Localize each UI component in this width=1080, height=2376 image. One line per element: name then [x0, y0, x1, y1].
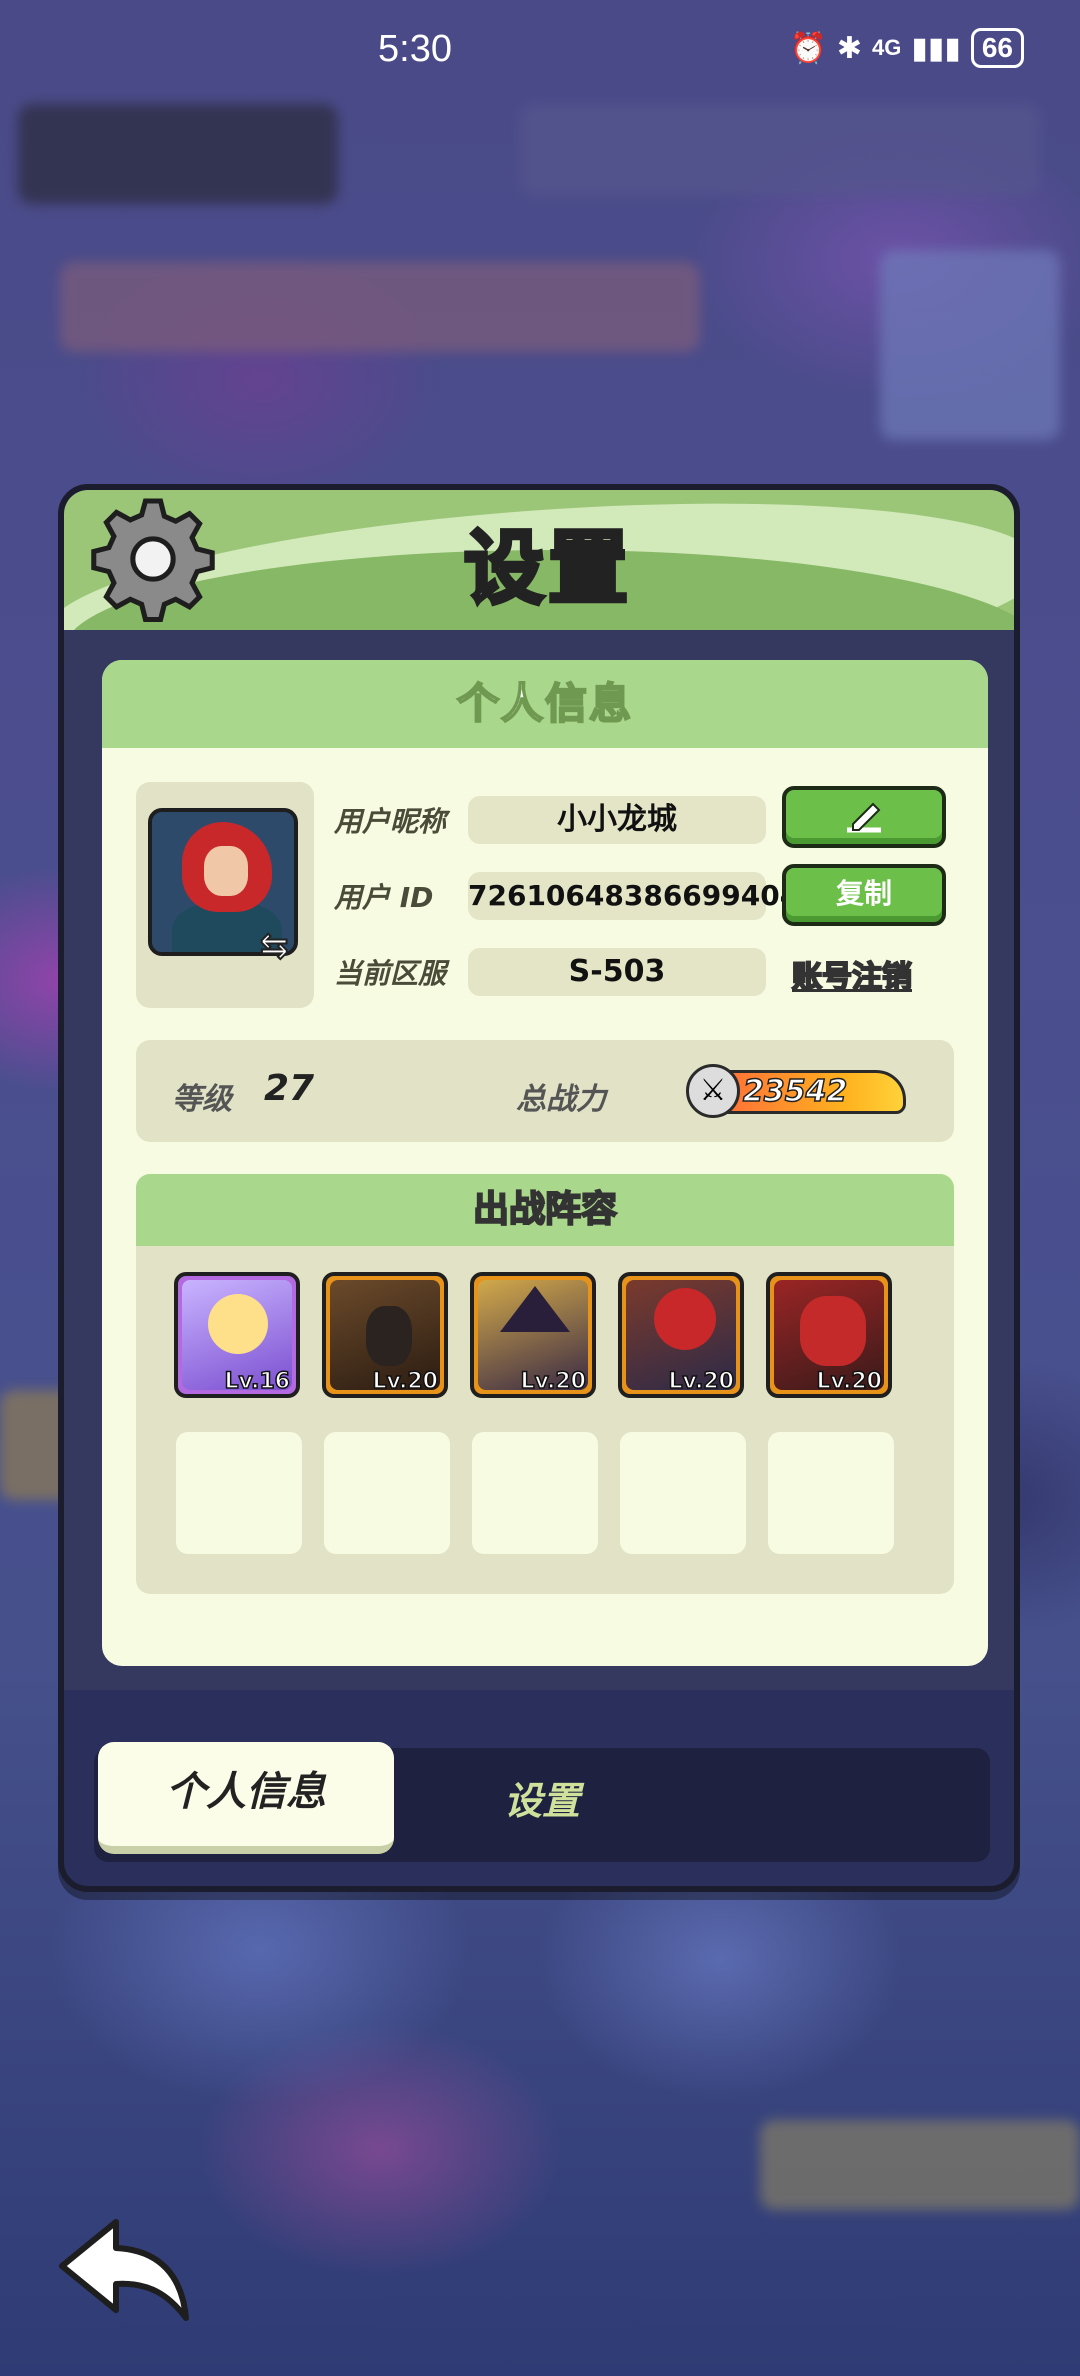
panel-title: 个人信息	[102, 660, 988, 748]
empty-slot[interactable]	[324, 1432, 450, 1554]
empty-slot[interactable]	[768, 1432, 894, 1554]
gear-icon	[91, 498, 215, 622]
hero-level: Lv.20	[520, 1368, 587, 1394]
tab-personal-info[interactable]: 个人信息	[98, 1742, 394, 1854]
hero-level: Lv.20	[816, 1368, 883, 1394]
power-badge: 23542 ⚔	[686, 1064, 916, 1118]
hero-slot-1[interactable]: Lv.16	[174, 1272, 300, 1398]
power-label: 总战力	[516, 1082, 606, 1117]
bluetooth-icon: ✱	[836, 31, 862, 65]
personal-info-panel: 个人信息 ⇆ 用户昵称 小小龙城 用户 ID 72610648386699404…	[102, 660, 988, 1666]
edit-nickname-button[interactable]	[782, 786, 946, 848]
hero-slot-5[interactable]: Lv.20	[766, 1272, 892, 1398]
server-label: 当前区服	[334, 957, 447, 990]
avatar-box[interactable]: ⇆	[136, 782, 314, 1008]
hero-slot-3[interactable]: Lv.20	[470, 1272, 596, 1398]
hero-level: Lv.20	[668, 1368, 735, 1394]
dialog-title: 设置	[462, 520, 632, 617]
user-id-label: 用户 ID	[334, 881, 434, 914]
nickname-value: 小小龙城	[468, 796, 766, 844]
hero-level: Lv.16	[224, 1368, 291, 1394]
back-arrow-icon[interactable]	[56, 2214, 196, 2324]
hero-slot-4[interactable]: Lv.20	[618, 1272, 744, 1398]
swap-avatar-icon[interactable]: ⇆	[259, 925, 300, 967]
sword-icon: ⚔	[686, 1064, 740, 1118]
level-value: 27	[264, 1068, 315, 1109]
empty-slot[interactable]	[176, 1432, 302, 1554]
pencil-icon	[847, 802, 881, 833]
nickname-label: 用户昵称	[334, 805, 447, 838]
team-panel: 出战阵容 Lv.16 Lv.20 Lv.20 Lv.20 Lv.20	[136, 1174, 954, 1594]
hero-slot-2[interactable]: Lv.20	[322, 1272, 448, 1398]
empty-slot[interactable]	[472, 1432, 598, 1554]
stats-row: 等级 27 总战力 23542 ⚔	[136, 1040, 954, 1142]
user-id-value: 72610648386699404	[468, 872, 799, 920]
signal-icon: ▮▮▮	[911, 31, 961, 65]
alarm-icon: ⏰	[789, 31, 827, 65]
status-bar: 5:30 ⏰ ✱ 4G ▮▮▮ 66	[0, 0, 1080, 100]
server-value: S-503	[468, 948, 766, 996]
team-title: 出战阵容	[136, 1174, 954, 1246]
network-label: 4G	[871, 35, 902, 60]
copy-id-button[interactable]: 复制	[782, 864, 946, 926]
delete-account-link[interactable]: 账号注销	[791, 952, 913, 996]
battery-icon: 66	[970, 28, 1024, 68]
empty-slot[interactable]	[620, 1432, 746, 1554]
tab-settings[interactable]: 设置	[504, 1770, 580, 1825]
hero-level: Lv.20	[372, 1368, 439, 1394]
clock: 5:30	[378, 28, 452, 70]
level-label: 等级	[172, 1082, 232, 1117]
settings-dialog: 设置 个人信息 ⇆ 用户昵称 小小龙城 用户 ID 72610648386699…	[58, 484, 1020, 1892]
